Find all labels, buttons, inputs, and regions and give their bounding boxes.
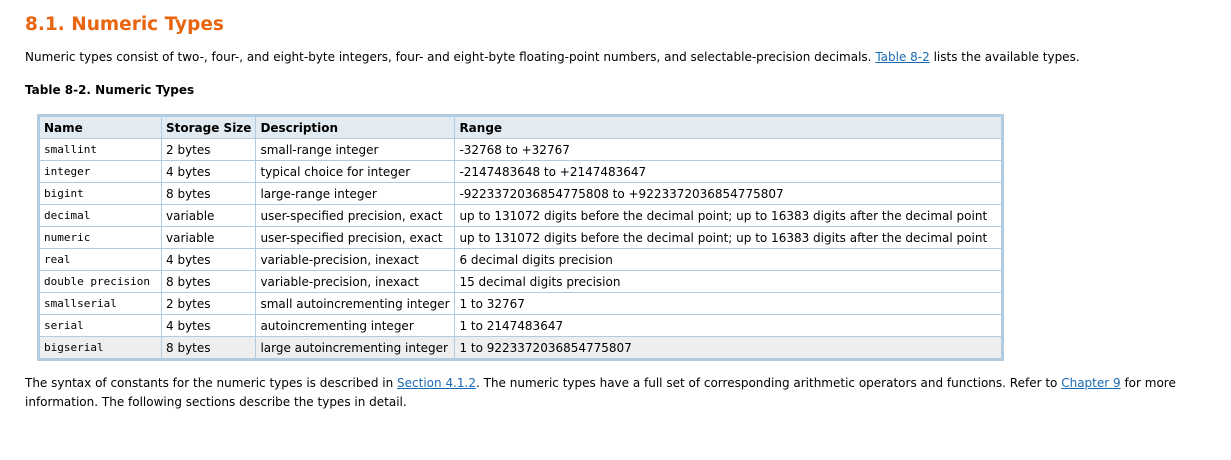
outro-text: . The numeric types have a full set of c… xyxy=(475,376,1062,390)
cell-description: autoincrementing integer xyxy=(255,314,456,337)
intro-paragraph: Numeric types consist of two-, four-, an… xyxy=(25,48,1080,67)
table-row: integer 4 bytes typical choice for integer… xyxy=(39,160,1003,183)
cell-storage-size: 8 bytes xyxy=(160,182,257,205)
cell-range: -2147483648 to +2147483647 xyxy=(454,160,1003,183)
table-row: double precision 8 bytes variable-precisio… xyxy=(39,270,1003,293)
header-storage-size: Storage Size xyxy=(160,116,257,139)
cell-storage-size: 8 bytes xyxy=(160,336,257,359)
cell-name: decimal xyxy=(39,204,162,227)
outro-text: The syntax of constants for the numeric … xyxy=(25,376,398,390)
cell-storage-size: variable xyxy=(160,204,257,227)
cell-description: small autoincrementing integer xyxy=(255,292,456,315)
table-row: serial 4 bytes autoincrementing integer 1 t… xyxy=(39,314,1003,337)
cell-storage-size: 4 bytes xyxy=(160,248,257,271)
table-row: bigserial 8 bytes large autoincrementing i… xyxy=(39,336,1003,359)
cell-name: smallint xyxy=(39,138,162,161)
chapter-link[interactable]: Chapter 9 xyxy=(1061,376,1120,390)
table-row: smallint 2 bytes small-range integer -32768… xyxy=(39,138,1003,161)
cell-range: 15 decimal digits precision xyxy=(454,270,1003,293)
cell-description: user-specified precision, exact xyxy=(255,226,456,249)
table-row: decimal variable user-specified precision,… xyxy=(39,204,1003,227)
cell-storage-size: variable xyxy=(160,226,257,249)
cell-range: 1 to 9223372036854775807 xyxy=(454,336,1003,359)
cell-name: bigint xyxy=(39,182,162,205)
cell-storage-size: 4 bytes xyxy=(160,160,257,183)
cell-name: double precision xyxy=(39,270,162,293)
cell-range: up to 131072 digits before the decimal p… xyxy=(454,204,1003,227)
cell-description: user-specified precision, exact xyxy=(255,204,456,227)
section-heading: 8.1. Numeric Types xyxy=(25,14,224,35)
cell-name: smallserial xyxy=(39,292,162,315)
table-caption: Table 8-2. Numeric Types xyxy=(25,83,195,97)
cell-name: integer xyxy=(39,160,162,183)
header-name: Name xyxy=(39,116,162,139)
cell-description: variable-precision, inexact xyxy=(255,270,456,293)
cell-storage-size: 4 bytes xyxy=(160,314,257,337)
cell-storage-size: 2 bytes xyxy=(160,138,257,161)
cell-name: serial xyxy=(39,314,162,337)
cell-range: -32768 to +32767 xyxy=(454,138,1003,161)
cell-storage-size: 8 bytes xyxy=(160,270,257,293)
cell-description: typical choice for integer xyxy=(255,160,456,183)
cell-description: small-range integer xyxy=(255,138,456,161)
intro-text: Numeric types consist of two-, four-, an… xyxy=(25,50,876,64)
cell-description: large-range integer xyxy=(255,182,456,205)
cell-range: 1 to 32767 xyxy=(454,292,1003,315)
table-row: real 4 bytes variable-precision, inexact 6 … xyxy=(39,248,1003,271)
table-row: bigint 8 bytes large-range integer -9223372… xyxy=(39,182,1003,205)
table-link[interactable]: Table 8-2 xyxy=(875,50,929,64)
intro-text-end: lists the available types. xyxy=(929,50,1080,64)
outro-paragraph: The syntax of constants for the numeric … xyxy=(25,374,1215,412)
cell-name: numeric xyxy=(39,226,162,249)
cell-description: large autoincrementing integer xyxy=(255,336,456,359)
section-link[interactable]: Section 4.1.2 xyxy=(397,376,476,390)
cell-name: real xyxy=(39,248,162,271)
table-row: smallserial 2 bytes small autoincrementing… xyxy=(39,292,1003,315)
table-header-row: Name Storage Size Description Range xyxy=(39,116,1003,139)
cell-storage-size: 2 bytes xyxy=(160,292,257,315)
header-description: Description xyxy=(255,116,456,139)
table-row: numeric variable user-specified precision,… xyxy=(39,226,1003,249)
cell-name: bigserial xyxy=(39,336,162,359)
cell-range: 1 to 2147483647 xyxy=(454,314,1003,337)
cell-range: 6 decimal digits precision xyxy=(454,248,1003,271)
cell-range: -9223372036854775808 to +922337203685477… xyxy=(454,182,1003,205)
numeric-types-table: Name Storage Size Description Range smal… xyxy=(37,114,1005,361)
cell-description: variable-precision, inexact xyxy=(255,248,456,271)
header-range: Range xyxy=(454,116,1003,139)
cell-range: up to 131072 digits before the decimal p… xyxy=(454,226,1003,249)
